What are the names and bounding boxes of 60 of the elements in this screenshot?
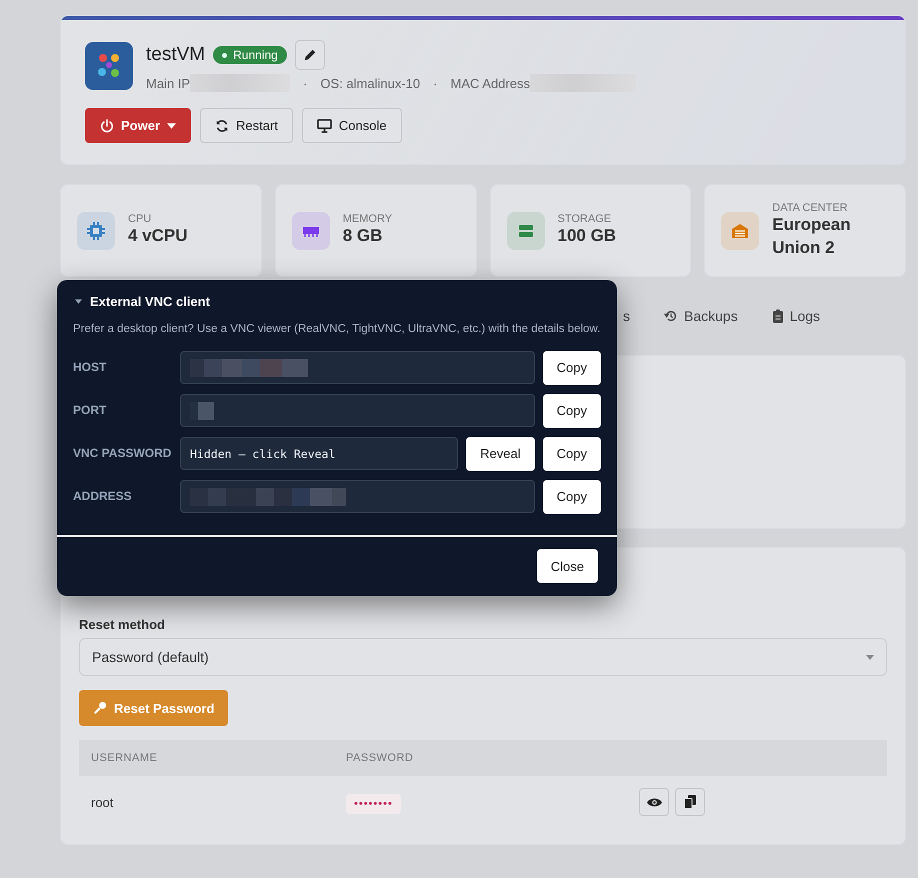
monitor-icon xyxy=(316,118,332,132)
tab[interactable]: Logs xyxy=(772,308,820,324)
tab[interactable]: s xyxy=(623,308,630,324)
power-button[interactable]: Power xyxy=(85,108,192,143)
power-icon xyxy=(100,118,114,132)
show-password-button[interactable] xyxy=(639,788,669,816)
column-header: USERNAME xyxy=(91,752,158,764)
refresh-icon xyxy=(215,118,230,132)
stat-label: STORAGE xyxy=(558,213,612,226)
section-title: External VNC client xyxy=(90,294,210,309)
vm-name: testVM xyxy=(146,44,206,66)
stat-label: MEMORY xyxy=(342,213,392,226)
description-text: Prefer a desktop client? Use a VNC viewer (RealVNC, TightVNC, UltraVNC, etc.) with the details below. xyxy=(73,322,601,337)
edit-button[interactable] xyxy=(294,40,325,70)
action-button[interactable]: Reveal xyxy=(466,436,535,470)
stat-value: 100 GB xyxy=(558,225,616,248)
caret-icon xyxy=(866,654,874,660)
restart-button[interactable]: Restart xyxy=(200,108,293,143)
stat-label: DATA CENTER xyxy=(772,202,849,214)
reset-method-select[interactable]: Password (default) xyxy=(79,638,887,676)
console-button[interactable]: Console xyxy=(302,108,402,143)
masked-password: •••••••• xyxy=(346,794,401,814)
stat-value: 4 vCPU xyxy=(128,225,188,248)
input-field[interactable] xyxy=(180,480,535,513)
redacted-value xyxy=(190,402,214,420)
clipboard-icon xyxy=(772,309,784,323)
stat-value: European Union 2 xyxy=(772,214,852,258)
status-badge: Running xyxy=(213,46,287,64)
separator: · xyxy=(303,76,308,90)
history-icon xyxy=(664,309,678,323)
eye-icon xyxy=(646,796,662,808)
mac-address-label: MAC Address xyxy=(450,76,530,90)
field-label: VNC PASSWORD xyxy=(73,445,172,462)
input-field[interactable]: Hidden — click Reveal xyxy=(180,437,458,470)
action-button[interactable]: Copy xyxy=(542,480,601,514)
stat-label: CPU xyxy=(128,213,152,226)
key-icon xyxy=(93,701,107,715)
caret-icon[interactable] xyxy=(75,299,82,304)
stat-value: 8 GB xyxy=(342,225,384,248)
tab[interactable]: Backups xyxy=(664,308,738,324)
main-ip-label: Main IP xyxy=(146,76,190,90)
close-button[interactable]: Close xyxy=(536,549,598,583)
os-label: OS: almalinux-10 xyxy=(320,76,420,90)
caret-icon xyxy=(167,122,176,128)
copy-button[interactable] xyxy=(675,788,705,816)
os-logo-icon xyxy=(85,42,133,90)
action-button[interactable]: Copy xyxy=(542,436,601,470)
field-label: Reset method xyxy=(79,617,166,632)
input-field[interactable] xyxy=(180,351,535,384)
field-label: ADDRESS xyxy=(73,488,133,505)
field-label: HOST xyxy=(73,359,108,376)
separator: · xyxy=(433,76,438,90)
copy-icon xyxy=(684,795,696,809)
field-label: PORT xyxy=(73,402,108,419)
action-button[interactable]: Copy xyxy=(542,394,601,428)
input-field[interactable] xyxy=(180,394,535,427)
action-button[interactable]: Copy xyxy=(542,350,601,384)
column-header: PASSWORD xyxy=(346,752,414,764)
pencil-icon xyxy=(302,48,317,62)
table-cell-text: root xyxy=(91,794,114,810)
